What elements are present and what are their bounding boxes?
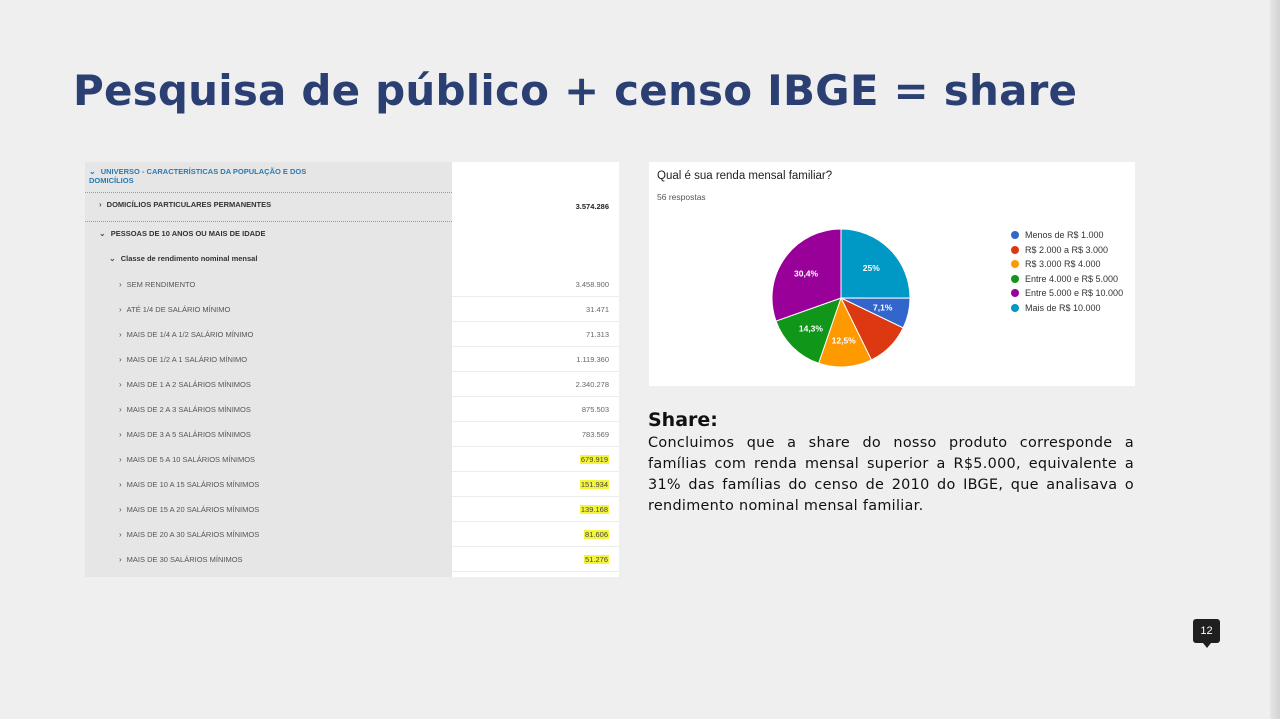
table-row-universe[interactable]: ⌄ UNIVERSO - CARACTERÍSTICAS DA POPULAÇÃO…: [85, 162, 619, 192]
table-row[interactable]: › MAIS DE 30 SALÁRIOS MÍNIMOS 51.276: [85, 547, 619, 572]
survey-chart-card: Qual é sua renda mensal familiar? 56 res…: [649, 162, 1135, 386]
chevron-right-icon: ›: [99, 200, 102, 209]
chevron-right-icon: ›: [119, 555, 122, 564]
row-label: MAIS DE 1/2 A 1 SALÁRIO MÍNIMO: [126, 355, 248, 364]
row-value: 875.503: [581, 405, 609, 414]
legend-label: Entre 4.000 e R$ 5.000: [1025, 273, 1119, 284]
row-value: 139.168: [579, 505, 609, 514]
row-value: 783.569: [581, 430, 609, 439]
legend-label: Mais de R$ 10.000: [1025, 302, 1101, 313]
chevron-right-icon: ›: [119, 480, 122, 489]
slide-title: Pesquisa de público + censo IBGE = share: [73, 66, 1078, 115]
chevron-right-icon: ›: [119, 305, 122, 314]
table-row[interactable]: › MAIS DE 1/2 A 1 SALÁRIO MÍNIMO 1.119.360: [85, 347, 619, 372]
row-label: MAIS DE 1 A 2 SALÁRIOS MÍNIMOS: [126, 380, 251, 389]
classe-label: Classe de rendimento nominal mensal: [120, 254, 258, 263]
legend-label: Entre 5.000 e R$ 10.000: [1025, 288, 1124, 299]
row-value: 151.934: [579, 480, 609, 489]
legend-swatch: [1011, 231, 1019, 240]
legend-item: Mais de R$ 10.000: [1011, 301, 1123, 316]
legend-item: R$ 2.000 a R$ 3.000: [1011, 243, 1123, 258]
page-number-badge: 12: [1193, 619, 1220, 648]
row-label: MAIS DE 10 A 15 SALÁRIOS MÍNIMOS: [126, 480, 260, 489]
row-divider: [452, 571, 619, 572]
row-label: MAIS DE 20 A 30 SALÁRIOS MÍNIMOS: [126, 530, 260, 539]
row-label: ATÉ 1/4 DE SALÁRIO MÍNIMO: [126, 305, 231, 314]
row-value: 81.606: [584, 530, 609, 539]
universe-label: UNIVERSO - CARACTERÍSTICAS DA POPULAÇÃO …: [89, 167, 307, 185]
table-row[interactable]: › MAIS DE 10 A 15 SALÁRIOS MÍNIMOS 151.934: [85, 472, 619, 497]
row-label: MAIS DE 15 A 20 SALÁRIOS MÍNIMOS: [126, 505, 260, 514]
table-row[interactable]: › MAIS DE 1/4 A 1/2 SALÁRIO MÍNIMO 71.313: [85, 322, 619, 347]
pie-slice-label: 7,1%: [873, 303, 893, 313]
legend-item: Entre 5.000 e R$ 10.000: [1011, 286, 1123, 301]
pessoas-label: PESSOAS DE 10 ANOS OU MAIS DE IDADE: [110, 229, 266, 238]
legend-item: Entre 4.000 e R$ 5.000: [1011, 272, 1123, 287]
legend-label: R$ 2.000 a R$ 3.000: [1025, 244, 1109, 255]
pie-slice-label: 12,5%: [832, 336, 857, 346]
row-value: 71.313: [586, 330, 609, 339]
table-row[interactable]: › MAIS DE 5 A 10 SALÁRIOS MÍNIMOS 679.919: [85, 447, 619, 472]
share-title: Share:: [648, 409, 718, 431]
legend-label: R$ 3.000 R$ 4.000: [1025, 259, 1101, 270]
table-row[interactable]: › ATÉ 1/4 DE SALÁRIO MÍNIMO 31.471: [85, 297, 619, 322]
chevron-right-icon: ›: [119, 280, 122, 289]
chart-legend: Menos de R$ 1.000 R$ 2.000 a R$ 3.000 R$ 3…: [1011, 228, 1123, 315]
chevron-down-icon: ⌄: [109, 254, 116, 263]
row-value: 1.119.360: [576, 355, 609, 364]
chevron-down-icon: ⌄: [99, 229, 106, 238]
domicilios-label: DOMICÍLIOS PARTICULARES PERMANENTES: [106, 200, 272, 209]
legend-swatch: [1011, 289, 1019, 298]
chevron-down-icon: ⌄: [89, 167, 96, 176]
table-row[interactable]: › MAIS DE 3 A 5 SALÁRIOS MÍNIMOS 783.569: [85, 422, 619, 447]
row-label: MAIS DE 3 A 5 SALÁRIOS MÍNIMOS: [126, 430, 251, 439]
chevron-right-icon: ›: [119, 355, 122, 364]
ibge-table: ⌄ UNIVERSO - CARACTERÍSTICAS DA POPULAÇÃO…: [85, 162, 619, 577]
chevron-right-icon: ›: [119, 405, 122, 414]
domicilios-value: 3.574.286: [575, 202, 609, 211]
table-row-pessoas[interactable]: ⌄ PESSOAS DE 10 ANOS OU MAIS DE IDADE: [85, 221, 619, 247]
chevron-right-icon: ›: [119, 330, 122, 339]
legend-item: Menos de R$ 1.000: [1011, 228, 1123, 243]
legend-swatch: [1011, 260, 1019, 269]
row-value: 679.919: [579, 455, 609, 464]
legend-item: R$ 3.000 R$ 4.000: [1011, 257, 1123, 272]
chevron-right-icon: ›: [119, 455, 122, 464]
row-label: MAIS DE 1/4 A 1/2 SALÁRIO MÍNIMO: [126, 330, 254, 339]
row-value: 2.340.278: [575, 380, 609, 389]
share-body: Concluimos que a share do nosso produto …: [648, 435, 1134, 514]
table-row[interactable]: › MAIS DE 15 A 20 SALÁRIOS MÍNIMOS 139.168: [85, 497, 619, 522]
row-label: SEM RENDIMENTO: [126, 280, 196, 289]
table-row-classe[interactable]: ⌄ Classe de rendimento nominal mensal: [85, 246, 619, 272]
legend-swatch: [1011, 245, 1019, 254]
chevron-right-icon: ›: [119, 530, 122, 539]
table-row[interactable]: › MAIS DE 1 A 2 SALÁRIOS MÍNIMOS 2.340.278: [85, 372, 619, 397]
legend-swatch: [1011, 274, 1019, 283]
table-row[interactable]: › SEM RENDIMENTO 3.458.900: [85, 272, 619, 297]
row-label: MAIS DE 2 A 3 SALÁRIOS MÍNIMOS: [126, 405, 251, 414]
chevron-right-icon: ›: [119, 505, 122, 514]
row-label: MAIS DE 30 SALÁRIOS MÍNIMOS: [126, 555, 243, 564]
pie-slice-label: 30,4%: [794, 268, 819, 278]
table-row-domicilios[interactable]: › DOMICÍLIOS PARTICULARES PERMANENTES 3.5…: [85, 192, 619, 221]
slide-edge: [1270, 0, 1280, 719]
pie-slice-label: 14,3%: [799, 323, 824, 333]
chevron-right-icon: ›: [119, 430, 122, 439]
table-row[interactable]: › MAIS DE 2 A 3 SALÁRIOS MÍNIMOS 875.503: [85, 397, 619, 422]
pie-slice-label: 25%: [863, 263, 880, 273]
chevron-right-icon: ›: [119, 380, 122, 389]
row-value: 3.458.900: [575, 280, 609, 289]
row-label: MAIS DE 5 A 10 SALÁRIOS MÍNIMOS: [126, 455, 256, 464]
row-value: 51.276: [584, 555, 609, 564]
row-value: 31.471: [586, 305, 609, 314]
legend-label: Menos de R$ 1.000: [1025, 230, 1104, 241]
table-row[interactable]: › MAIS DE 20 A 30 SALÁRIOS MÍNIMOS 81.606: [85, 522, 619, 547]
legend-swatch: [1011, 303, 1019, 312]
